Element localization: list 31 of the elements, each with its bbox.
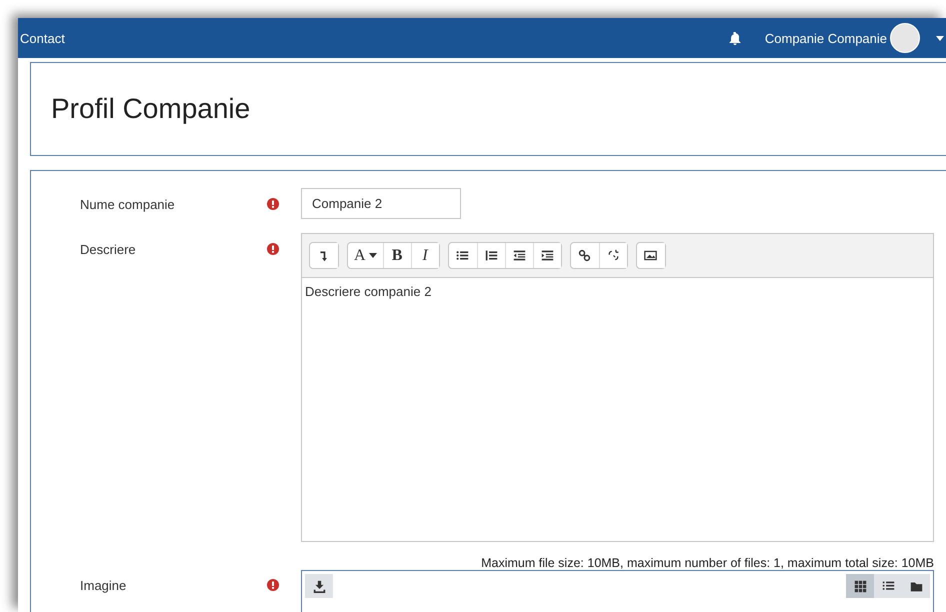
list-icon [882,580,894,592]
outdent-icon [512,249,526,262]
download-button[interactable] [305,574,333,598]
avatar[interactable] [890,23,920,53]
caret-icon[interactable] [936,36,944,40]
link-icon [578,249,592,262]
page-title: Profil Companie [51,93,250,125]
view-button[interactable] [846,574,874,598]
contact-link[interactable]: Contact [20,30,65,46]
file-limits-note: Maximum file size: 10MB, maximum number of files: 1, maximum total size: 10MB [480,556,934,570]
unlink-icon [606,249,620,262]
italic-button[interactable]: I [410,243,439,268]
view-button[interactable] [874,574,902,598]
toolbar-button[interactable] [532,243,561,268]
view-button[interactable] [902,574,930,598]
field-label: Imagine [79,577,128,595]
text-editor[interactable]: A B I Descriere companie 2 [301,233,934,542]
indent-icon [540,249,554,262]
bullet-list-icon [456,249,470,262]
folder-icon [910,580,922,592]
download-icon [312,580,326,592]
numbered-list-icon [484,249,498,262]
company-name-field[interactable]: Companie 2 [301,188,461,219]
caret-icon [368,253,377,258]
user-name[interactable]: Companie Companie [764,30,887,46]
field-label: Descriere [79,241,137,259]
grid-icon [854,580,866,592]
image-icon [644,249,658,262]
field-label: Nume companie [79,196,176,214]
bell-icon[interactable] [728,32,741,44]
toolbar-button[interactable] [598,243,627,268]
